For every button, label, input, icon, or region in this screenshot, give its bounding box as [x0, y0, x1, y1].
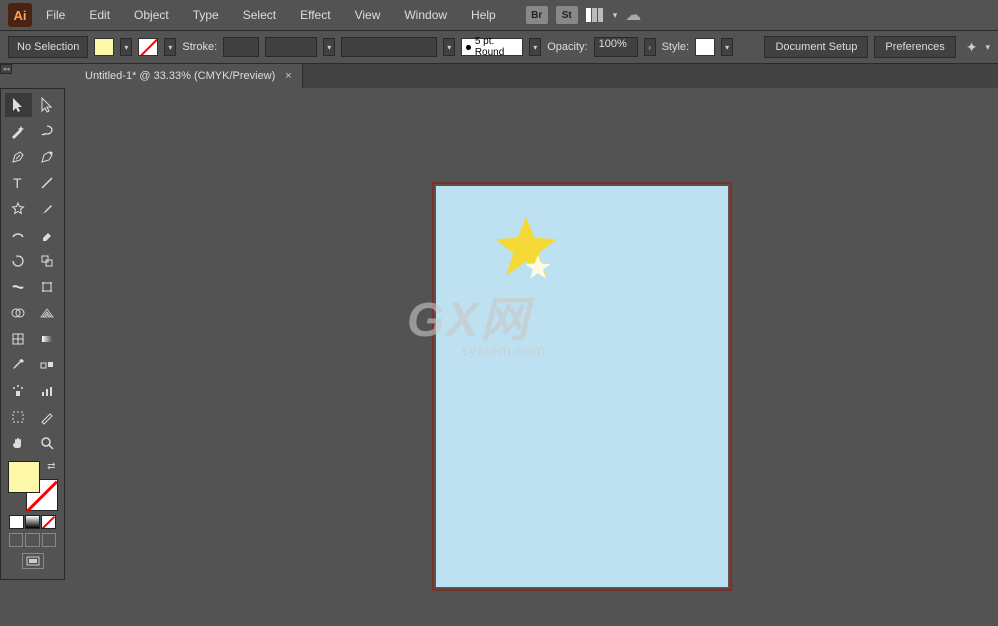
direct-selection-tool[interactable] — [34, 93, 61, 117]
gradient-tool[interactable] — [34, 327, 61, 351]
color-mode-none[interactable] — [41, 515, 56, 529]
column-graph-tool[interactable] — [34, 379, 61, 403]
shaper-tool[interactable] — [5, 223, 32, 247]
brush-preview[interactable]: 5 pt. Round — [461, 38, 523, 56]
stroke-swatch-none[interactable] — [138, 38, 158, 56]
color-mode-gradient[interactable] — [25, 515, 40, 529]
curvature-tool[interactable] — [34, 145, 61, 169]
menu-view[interactable]: View — [345, 4, 391, 26]
opacity-dropdown[interactable]: › — [644, 38, 656, 56]
stroke-dropdown[interactable]: ▾ — [164, 38, 176, 56]
magic-wand-tool[interactable] — [5, 119, 32, 143]
stroke-profile-input[interactable] — [265, 37, 317, 57]
preferences-button[interactable]: Preferences — [874, 36, 955, 58]
menu-help[interactable]: Help — [461, 4, 506, 26]
zoom-tool[interactable] — [34, 431, 61, 455]
selection-tool[interactable] — [5, 93, 32, 117]
document-tab-title: Untitled-1* @ 33.33% (CMYK/Preview) — [85, 70, 275, 82]
canvas-area[interactable] — [75, 88, 998, 626]
draw-behind[interactable] — [25, 533, 39, 547]
opacity-label: Opacity: — [547, 41, 587, 53]
bridge-icon[interactable]: Br — [526, 6, 548, 24]
mesh-tool[interactable] — [5, 327, 32, 351]
symbol-sprayer-tool[interactable] — [5, 379, 32, 403]
perspective-grid-tool[interactable] — [34, 301, 61, 325]
brush-dropdown[interactable]: ▾ — [529, 38, 541, 56]
artboard-surface[interactable] — [435, 185, 729, 588]
menu-window[interactable]: Window — [394, 4, 457, 26]
artboard-tool[interactable] — [5, 405, 32, 429]
lasso-tool[interactable] — [34, 119, 61, 143]
variable-width-dropdown[interactable]: ▾ — [443, 38, 455, 56]
stroke-label: Stroke: — [182, 41, 217, 53]
menu-object[interactable]: Object — [124, 4, 179, 26]
workspace-layout-icon[interactable] — [586, 8, 603, 22]
slice-tool[interactable] — [34, 405, 61, 429]
swap-fill-stroke-icon[interactable]: ⇄ — [47, 461, 55, 472]
style-swatch[interactable] — [695, 38, 715, 56]
menu-file[interactable]: File — [36, 4, 75, 26]
menu-effect[interactable]: Effect — [290, 4, 340, 26]
rotate-tool[interactable] — [5, 249, 32, 273]
paintbrush-tool[interactable] — [34, 197, 61, 221]
fill-dropdown[interactable]: ▾ — [120, 38, 132, 56]
color-mode-row — [9, 515, 56, 529]
screen-mode-button[interactable] — [22, 553, 44, 569]
line-tool[interactable] — [34, 171, 61, 195]
document-tab-bar: Untitled-1* @ 33.33% (CMYK/Preview) × — [75, 64, 998, 88]
type-tool[interactable]: T — [5, 171, 32, 195]
pen-tool[interactable] — [5, 145, 32, 169]
draw-normal[interactable] — [9, 533, 23, 547]
fill-color-big[interactable] — [8, 461, 40, 493]
close-tab-icon[interactable]: × — [285, 70, 291, 82]
fill-swatch[interactable] — [94, 38, 114, 56]
control-bar: No Selection ▾ ▾ Stroke: ▾ ▾ 5 pt. Round… — [0, 30, 998, 64]
free-transform-tool[interactable] — [34, 275, 61, 299]
panel-collapse-grip[interactable]: ◂◂ — [0, 64, 12, 74]
eraser-tool[interactable] — [34, 223, 61, 247]
stroke-weight-input[interactable] — [223, 37, 259, 57]
artboard[interactable] — [435, 185, 729, 588]
menu-select[interactable]: Select — [233, 4, 286, 26]
hand-tool[interactable] — [5, 431, 32, 455]
stroke-profile-dropdown[interactable]: ▾ — [323, 38, 335, 56]
eyedropper-tool[interactable] — [5, 353, 32, 377]
app-logo-ai: Ai — [8, 3, 32, 27]
color-mode-solid[interactable] — [9, 515, 24, 529]
tool-panel: T ⇄ — [0, 88, 65, 580]
selection-status: No Selection — [8, 36, 88, 58]
stock-icon[interactable]: St — [556, 6, 578, 24]
fill-stroke-selector[interactable]: ⇄ — [8, 461, 58, 511]
document-setup-button[interactable]: Document Setup — [764, 36, 868, 58]
variable-width-input[interactable] — [341, 37, 437, 57]
draw-inside[interactable] — [42, 533, 56, 547]
scale-tool[interactable] — [34, 249, 61, 273]
star-shape-small[interactable] — [524, 254, 552, 282]
draw-mode-row — [9, 533, 56, 547]
menu-bar: Ai File Edit Object Type Select Effect V… — [0, 0, 998, 30]
sync-cloud-icon[interactable]: ☁ — [625, 5, 641, 25]
svg-text:T: T — [13, 175, 22, 191]
blend-tool[interactable] — [34, 353, 61, 377]
style-label: Style: — [662, 41, 690, 53]
document-tab[interactable]: Untitled-1* @ 33.33% (CMYK/Preview) × — [75, 64, 303, 88]
width-tool[interactable] — [5, 275, 32, 299]
menu-type[interactable]: Type — [183, 4, 229, 26]
star-tool[interactable] — [5, 197, 32, 221]
align-dropdown-icon[interactable]: ▾ — [985, 42, 990, 53]
chevron-down-icon[interactable]: ▾ — [613, 10, 618, 21]
shape-builder-tool[interactable] — [5, 301, 32, 325]
menu-edit[interactable]: Edit — [79, 4, 120, 26]
opacity-input[interactable]: 100% — [594, 37, 638, 57]
style-dropdown[interactable]: ▾ — [721, 38, 733, 56]
align-to-icon[interactable]: ✦ — [966, 39, 978, 56]
